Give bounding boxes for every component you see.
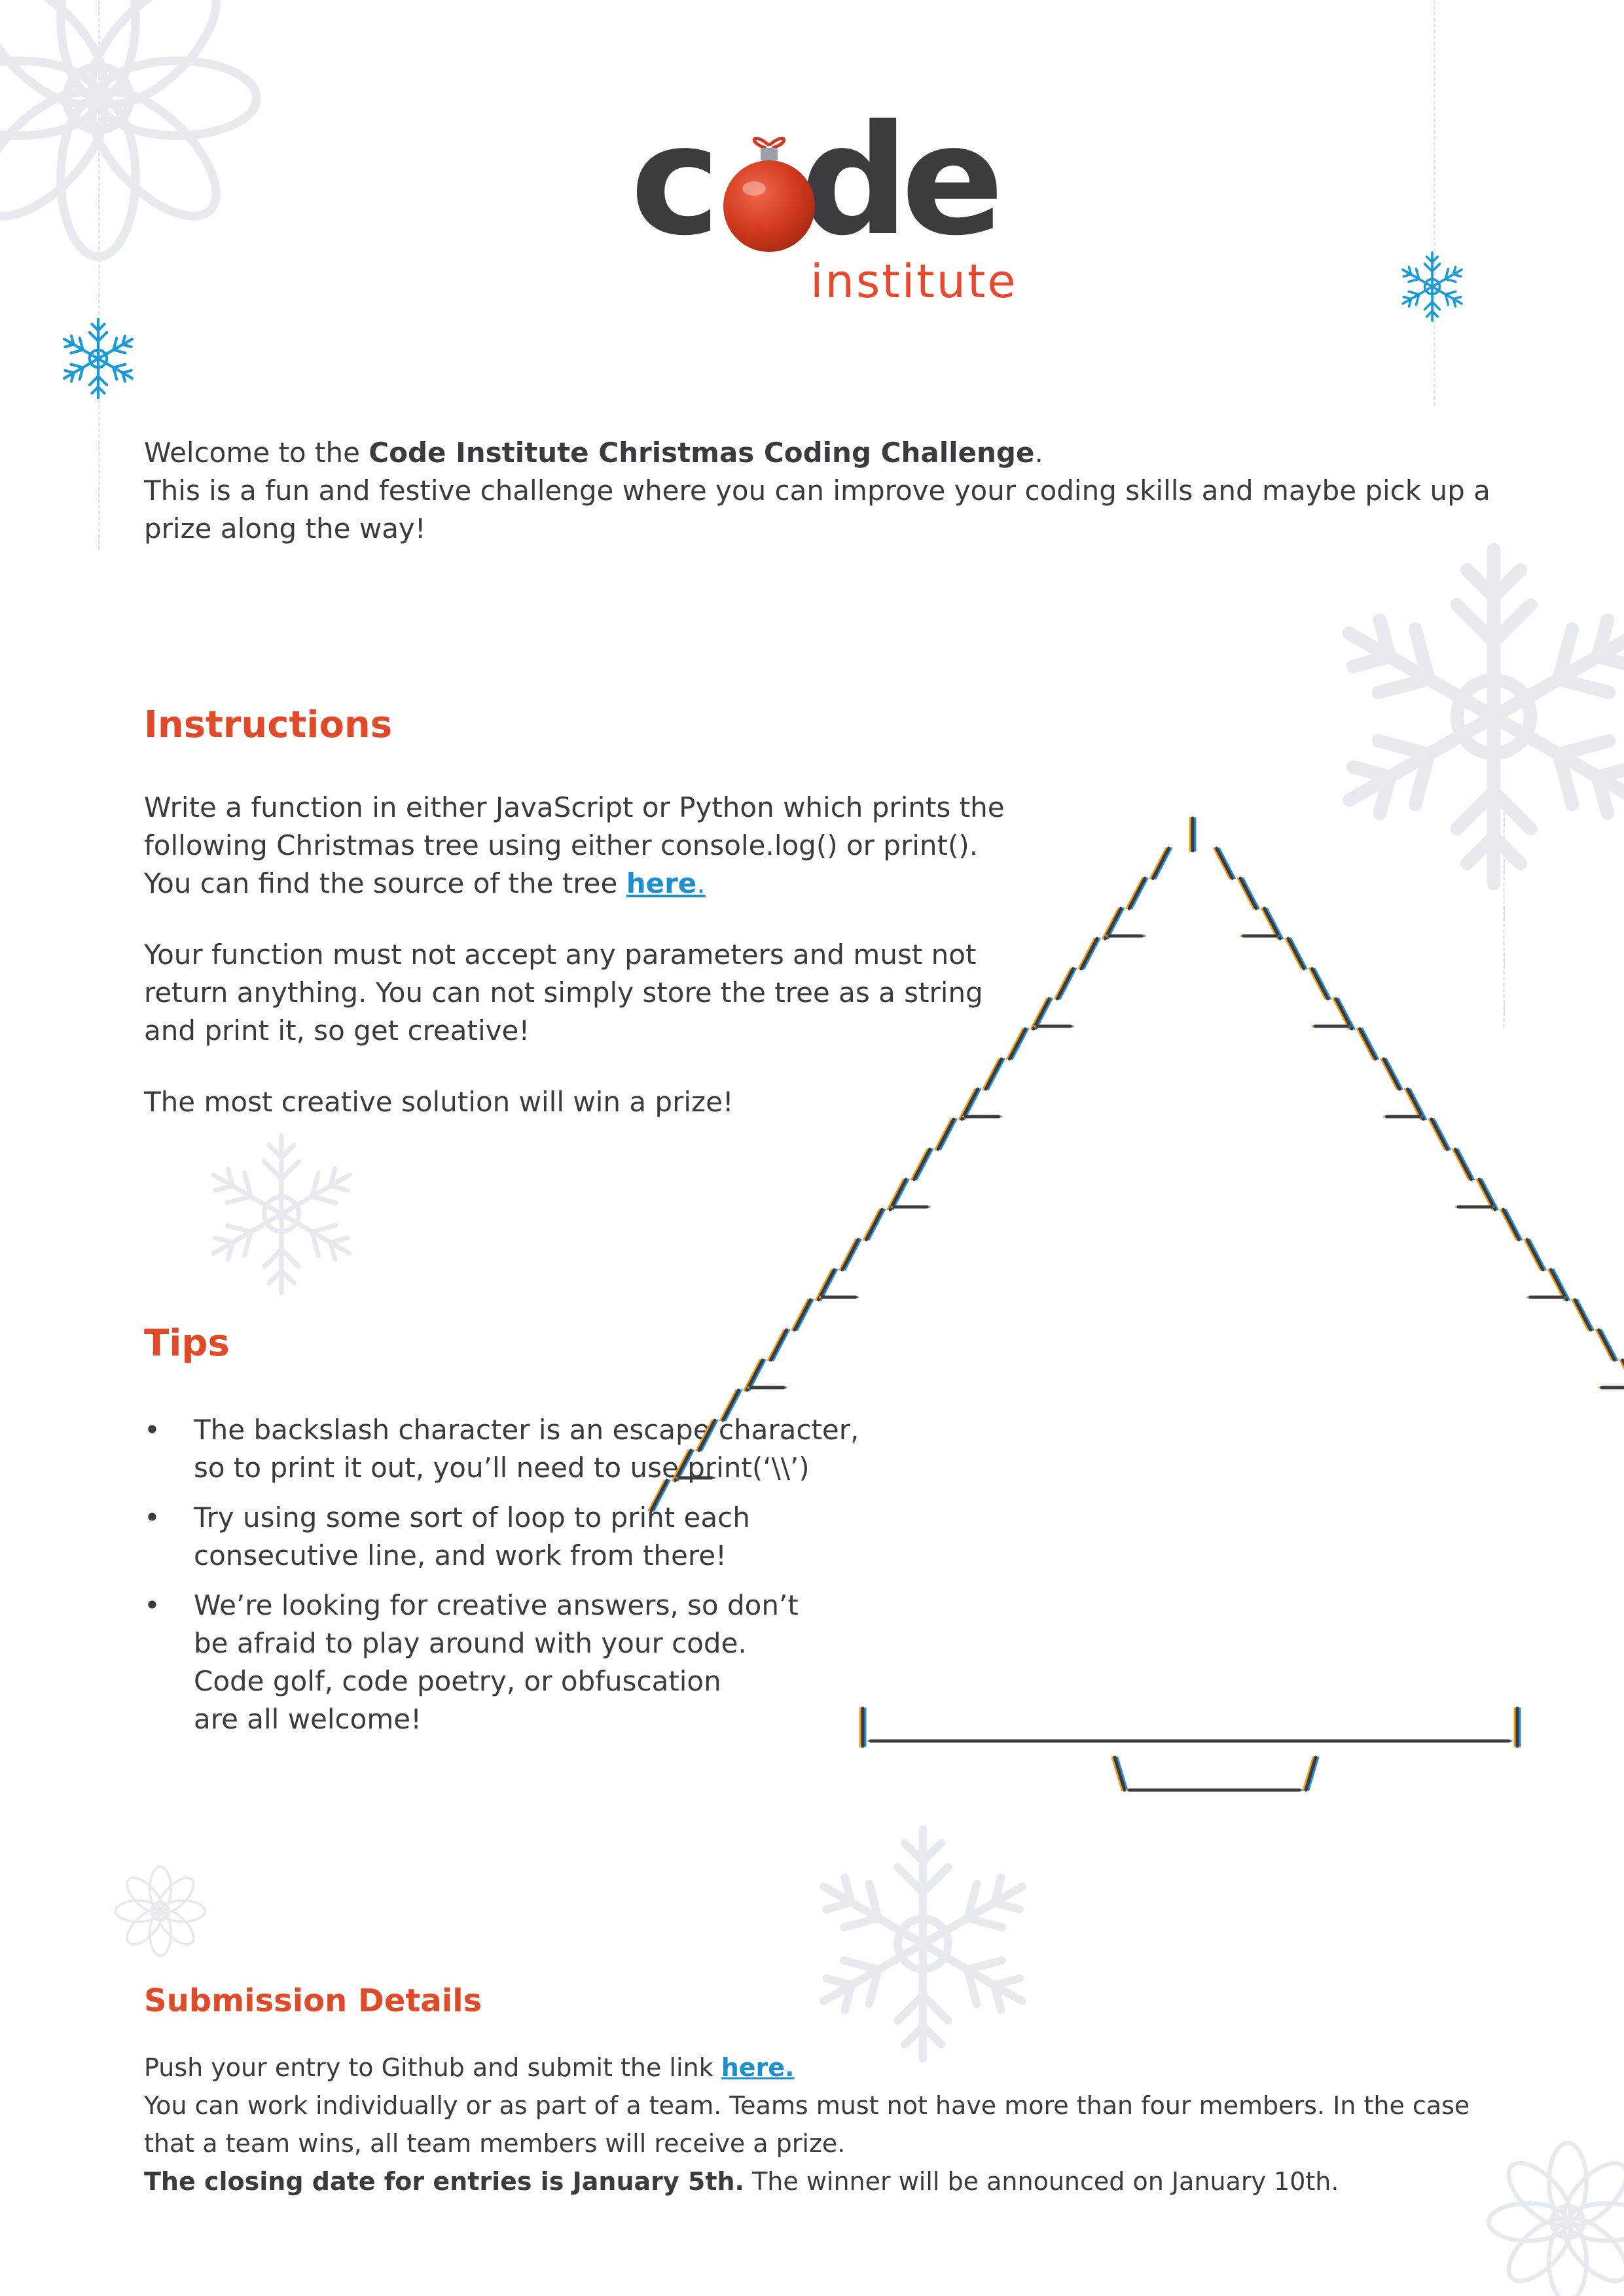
submission-text: Push your entry to Github and submit the… xyxy=(144,2053,1470,2196)
tree-edge-right xyxy=(1406,1087,1425,1121)
tree-edge-left xyxy=(1127,876,1147,910)
tree-edge-right xyxy=(1525,1238,1545,1272)
tree-edge-left xyxy=(960,1087,979,1121)
tree-edge-right xyxy=(1215,846,1234,880)
tree-edge-left xyxy=(1079,937,1099,971)
tree-edge-left xyxy=(1104,906,1123,941)
tree-edge-right xyxy=(1286,937,1306,971)
tree-edge-right xyxy=(1334,997,1354,1031)
tree-edge-right xyxy=(1597,1328,1616,1362)
submit-link[interactable]: here. xyxy=(721,2053,795,2082)
tree-edge-left xyxy=(865,1208,884,1242)
tree-edge-left xyxy=(793,1298,812,1332)
tree-edge-right xyxy=(1310,967,1329,1001)
tree-edge-left xyxy=(1032,997,1051,1031)
tree-edge-left xyxy=(674,1448,693,1482)
tree-edge-right xyxy=(1382,1057,1401,1091)
tree-edge-left xyxy=(1008,1027,1027,1061)
tree-edge-right xyxy=(1238,876,1258,910)
tree-edge-left xyxy=(697,1418,717,1452)
tree-edge-right xyxy=(1477,1177,1497,1211)
tree-edge-left xyxy=(817,1268,836,1302)
tree-edge-left xyxy=(912,1147,931,1181)
tree-edge-left xyxy=(1056,967,1075,1001)
tree-edge-right xyxy=(1573,1298,1593,1332)
tree-edge-right xyxy=(1263,906,1282,941)
tree-edge-left xyxy=(769,1328,788,1362)
tree-edge-left xyxy=(745,1358,765,1392)
tree-edge-left xyxy=(840,1238,860,1272)
tree-edge-left xyxy=(721,1388,740,1422)
tree-edge-right xyxy=(1358,1027,1377,1061)
tree-edge-left xyxy=(984,1057,1003,1091)
closing-date: The closing date for entries is January … xyxy=(144,2167,744,2196)
tree-edge-right xyxy=(1502,1208,1521,1242)
tree-edge-right xyxy=(1430,1117,1449,1151)
submission-heading: Submission Details xyxy=(144,1982,482,2019)
tree-edge-right xyxy=(1549,1268,1568,1302)
tree-edge-right xyxy=(1454,1147,1473,1181)
tree-edge-left xyxy=(888,1177,908,1211)
tree-edge-left xyxy=(649,1479,669,1513)
tree-edge-left xyxy=(1151,846,1170,880)
tree-edge-left xyxy=(936,1117,956,1151)
christmas-tree-icon xyxy=(647,816,1624,1792)
